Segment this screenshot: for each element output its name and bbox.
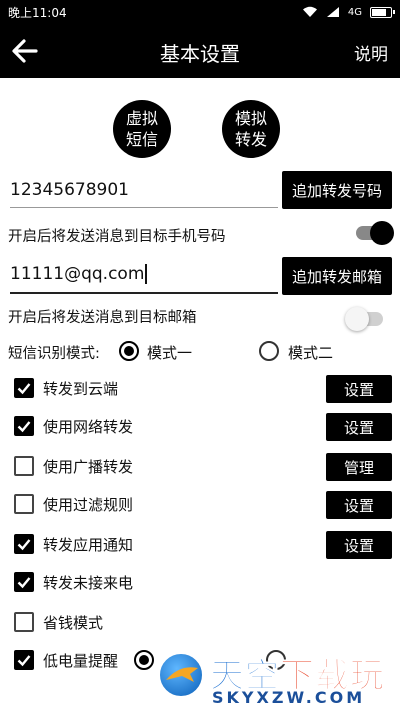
option-label-3: 使用过滤规则 [43,496,134,514]
checkmark-icon [17,383,31,395]
network-type: 4G [347,6,362,18]
text-caret [145,264,148,284]
option-label-7: 低电量提醒 [43,652,119,670]
option-label-2: 使用广播转发 [43,458,134,476]
checkmark-icon [17,421,31,433]
signal-icon [326,7,339,17]
status-bar: 晚上11:04 4G [0,0,400,24]
option-action-button-1[interactable]: 设置 [326,413,392,441]
simulate-forward-button[interactable]: 模拟 转发 [222,100,280,158]
checkmark-icon [17,539,31,551]
phone-number-value: 12345678901 [10,180,129,200]
option-label-1: 使用网络转发 [43,418,134,436]
email-value: 11111@qq.com [10,264,145,284]
option-action-button-0[interactable]: 设置 [326,375,392,403]
phone-input-underline [10,207,278,208]
option-checkbox-4[interactable] [14,534,34,554]
option-action-button-4[interactable]: 设置 [326,531,392,559]
mode-two-label: 模式二 [288,344,334,362]
watermark-en-text: SKYXZW.COM [212,688,366,707]
email-input-underline [10,292,278,294]
simulate-forward-label: 模拟 转发 [234,109,267,149]
option-checkbox-3[interactable] [14,494,34,514]
email-forward-toggle[interactable] [345,307,383,331]
battery-icon [370,6,395,18]
mode-two-radio[interactable] [259,341,279,361]
status-time: 晚上11:04 [8,5,67,20]
option-label-6: 省钱模式 [43,614,104,632]
site-watermark: 天空下载玩 SKYXZW.COM [150,646,400,711]
phone-forward-toggle[interactable] [356,221,394,245]
mode-one-label: 模式一 [147,344,193,362]
option-checkbox-1[interactable] [14,416,34,436]
option-checkbox-2[interactable] [14,456,34,476]
option-checkbox-5[interactable] [14,572,34,592]
watermark-globe-icon [158,652,204,698]
option-action-button-2[interactable]: 管理 [326,453,392,481]
email-input[interactable]: 11111@qq.com [10,258,278,290]
sms-mode-label: 短信识别模式: [8,346,100,362]
email-hint-label: 开启后将发送消息到目标邮箱 [8,310,197,326]
option-checkbox-0[interactable] [14,378,34,398]
app-bar: 基本设置 说明 [0,24,400,78]
option-label-0: 转发到云端 [43,380,119,398]
checkmark-icon [17,655,31,667]
option-checkbox-6[interactable] [14,612,34,632]
option-label-5: 转发未接来电 [43,574,134,592]
status-icons: 4G [302,6,395,18]
virtual-sms-label: 虚拟 短信 [125,109,158,149]
add-forward-email-button[interactable]: 追加转发邮箱 [282,257,392,295]
help-button[interactable]: 说明 [354,40,388,65]
phone-hint-label: 开启后将发送消息到目标手机号码 [8,229,226,245]
option-action-button-3[interactable]: 设置 [326,491,392,519]
virtual-sms-button[interactable]: 虚拟 短信 [113,100,171,158]
add-forward-number-button[interactable]: 追加转发号码 [282,171,392,209]
mode-one-radio[interactable] [119,341,139,361]
page-title: 基本设置 [160,42,240,66]
option-label-4: 转发应用通知 [43,536,134,554]
option-checkbox-7[interactable] [14,650,34,670]
checkmark-icon [17,577,31,589]
wifi-icon [302,6,317,17]
phone-number-input[interactable]: 12345678901 [10,174,278,206]
